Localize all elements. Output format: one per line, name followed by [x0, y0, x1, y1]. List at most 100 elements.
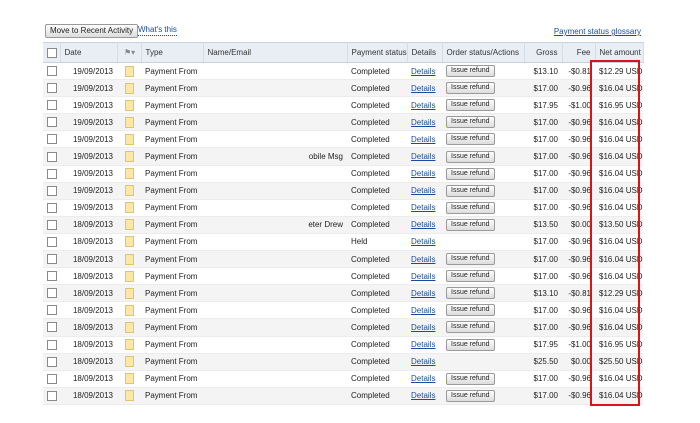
table-row[interactable]: 18/09/2013 Payment From Completed Details Is… — [43, 284, 643, 303]
note-cell[interactable] — [117, 233, 141, 252]
note-icon[interactable] — [124, 304, 134, 316]
details-link[interactable]: Details — [411, 357, 435, 366]
details-link[interactable]: Details — [411, 306, 435, 315]
note-cell[interactable] — [117, 130, 141, 149]
row-checkbox[interactable] — [47, 168, 57, 179]
note-cell[interactable] — [117, 353, 141, 371]
details-link[interactable]: Details — [411, 272, 435, 281]
issue-refund-button[interactable]: Issue refund — [446, 82, 495, 95]
note-icon[interactable] — [124, 116, 134, 128]
details-link[interactable]: Details — [411, 289, 435, 298]
type-header[interactable]: Type — [141, 42, 204, 63]
name-cell[interactable] — [203, 233, 347, 252]
date-header[interactable]: Date — [60, 42, 118, 63]
row-select-cell[interactable] — [43, 353, 60, 371]
details-link[interactable]: Details — [411, 152, 435, 161]
note-cell[interactable] — [117, 147, 141, 166]
details-link[interactable]: Details — [411, 101, 435, 110]
row-checkbox[interactable] — [47, 254, 57, 265]
table-row[interactable]: 19/09/2013 Payment From obile Msg Completed… — [43, 147, 643, 166]
note-icon[interactable] — [124, 133, 134, 145]
flag-header[interactable]: ⚑▾ — [117, 42, 142, 63]
note-icon[interactable] — [124, 168, 134, 180]
row-checkbox[interactable] — [47, 202, 57, 213]
issue-refund-button[interactable]: Issue refund — [446, 218, 495, 231]
table-row[interactable]: 18/09/2013 Payment From Completed Details Is… — [43, 318, 643, 337]
table-row[interactable]: 19/09/2013 Payment From Completed Details Is… — [43, 130, 643, 149]
row-checkbox[interactable] — [47, 185, 57, 196]
details-link[interactable]: Details — [411, 186, 435, 195]
name-cell[interactable] — [203, 165, 347, 183]
note-cell[interactable] — [117, 284, 141, 303]
note-cell[interactable] — [117, 387, 141, 405]
issue-refund-button[interactable]: Issue refund — [446, 253, 495, 266]
note-cell[interactable] — [117, 216, 141, 234]
row-select-cell[interactable] — [43, 199, 60, 217]
table-row[interactable]: 18/09/2013 Payment From Completed Details Is… — [43, 267, 643, 286]
details-link[interactable]: Details — [411, 237, 435, 246]
row-checkbox[interactable] — [47, 322, 57, 333]
row-select-cell[interactable] — [43, 250, 60, 269]
select-all-checkbox[interactable] — [47, 47, 57, 58]
row-select-cell[interactable] — [43, 79, 60, 98]
name-cell[interactable] — [203, 301, 347, 320]
note-cell[interactable] — [117, 96, 141, 115]
issue-refund-button[interactable]: Issue refund — [446, 270, 495, 283]
note-cell[interactable] — [117, 267, 141, 286]
name-cell[interactable] — [203, 79, 347, 98]
issue-refund-button[interactable]: Issue refund — [446, 201, 495, 214]
name-cell[interactable] — [203, 267, 347, 286]
row-select-cell[interactable] — [43, 318, 60, 337]
table-row[interactable]: 18/09/2013 Payment From Completed Details Is… — [43, 370, 643, 388]
table-row[interactable]: 18/09/2013 Payment From Held Details $17.00-… — [43, 233, 643, 252]
name-cell[interactable] — [203, 353, 347, 371]
issue-refund-button[interactable]: Issue refund — [446, 167, 495, 180]
issue-refund-button[interactable]: Issue refund — [446, 133, 495, 146]
note-icon[interactable] — [124, 185, 134, 197]
issue-refund-button[interactable]: Issue refund — [446, 338, 495, 351]
row-checkbox[interactable] — [47, 356, 57, 367]
details-link[interactable]: Details — [411, 135, 435, 144]
row-checkbox[interactable] — [47, 151, 57, 162]
table-row[interactable]: 18/09/2013 Payment From Completed Details Is… — [43, 301, 643, 320]
table-row[interactable]: 19/09/2013 Payment From Completed Details Is… — [43, 165, 643, 183]
note-cell[interactable] — [117, 336, 141, 354]
row-checkbox[interactable] — [47, 66, 57, 77]
issue-refund-button[interactable]: Issue refund — [446, 116, 495, 129]
details-link[interactable]: Details — [411, 255, 435, 264]
table-row[interactable]: 19/09/2013 Payment From Completed Details Is… — [43, 79, 643, 98]
note-cell[interactable] — [117, 62, 141, 81]
name-cell[interactable] — [203, 318, 347, 337]
row-select-cell[interactable] — [43, 301, 60, 320]
note-icon[interactable] — [124, 390, 134, 402]
name-cell[interactable] — [203, 336, 347, 354]
name-cell[interactable] — [203, 96, 347, 115]
row-select-cell[interactable] — [43, 96, 60, 115]
row-checkbox[interactable] — [47, 390, 57, 401]
note-icon[interactable] — [124, 253, 134, 265]
row-checkbox[interactable] — [47, 288, 57, 299]
net-amount-header[interactable]: Net amount — [595, 42, 644, 63]
details-link[interactable]: Details — [411, 67, 435, 76]
table-row[interactable]: 19/09/2013 Payment From Completed Details Is… — [43, 113, 643, 132]
name-cell[interactable] — [203, 62, 347, 81]
row-select-cell[interactable] — [43, 387, 60, 405]
table-row[interactable]: 18/09/2013 Payment From Completed Details Is… — [43, 250, 643, 269]
row-checkbox[interactable] — [47, 117, 57, 128]
issue-refund-button[interactable]: Issue refund — [446, 304, 495, 317]
row-checkbox[interactable] — [47, 219, 57, 230]
issue-refund-button[interactable]: Issue refund — [446, 150, 495, 163]
note-icon[interactable] — [124, 339, 134, 351]
table-row[interactable]: 18/09/2013 Payment From Completed Details $2… — [43, 353, 643, 371]
row-select-cell[interactable] — [43, 182, 60, 200]
note-icon[interactable] — [124, 236, 134, 248]
note-cell[interactable] — [117, 370, 141, 388]
table-row[interactable]: 18/09/2013 Payment From eter Drew Completed… — [43, 216, 643, 234]
note-icon[interactable] — [124, 287, 134, 299]
issue-refund-button[interactable]: Issue refund — [446, 99, 495, 112]
row-checkbox[interactable] — [47, 271, 57, 282]
name-cell[interactable] — [203, 250, 347, 269]
table-row[interactable]: 18/09/2013 Payment From Completed Details Is… — [43, 336, 643, 354]
name-cell[interactable]: obile Msg — [203, 147, 347, 166]
note-icon[interactable] — [124, 99, 134, 111]
